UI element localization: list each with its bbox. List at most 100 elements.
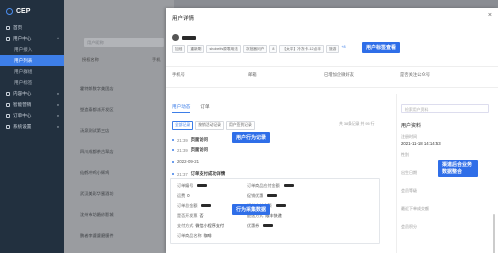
timeline-text: 页面访问 [190, 137, 208, 142]
sidebar: CEP 首页 用户中心 ^ 用户接入 用户列表 用户群组 用户标签 内容中心 v 智能营销 v 订单中… [0, 0, 64, 253]
app-logo[interactable]: CEP [0, 0, 64, 22]
sidebar-item[interactable]: 用户接入 [0, 44, 64, 55]
profile-title: 用户资料 [401, 123, 422, 129]
chevron-icon: v [57, 91, 59, 96]
record-summary: 共 38条记录 共 95 行 [339, 122, 375, 126]
tab-orders[interactable]: 订单 [200, 104, 209, 113]
order-field-key: 支付方式 [177, 223, 194, 228]
sidebar-item[interactable]: 智能营销 v [0, 99, 64, 110]
sidebar-item-label: 首页 [13, 24, 23, 30]
timeline-date-text: 2022-09-21 [177, 159, 199, 164]
order-field-key: 订单商品应付金额 [247, 183, 280, 188]
timeline-dot [172, 149, 174, 151]
chevron-icon: v [57, 113, 59, 118]
masked-value [201, 204, 212, 207]
timeline-item[interactable]: 21:39 页面访问 [172, 137, 208, 143]
user-tag: shobelfs原零用法 [206, 45, 241, 53]
tab-user-activity[interactable]: 用户动态 [172, 104, 191, 113]
order-field: 优惠券 [247, 223, 274, 229]
close-icon[interactable]: × [488, 12, 492, 19]
filter-campaign[interactable]: 按销活动记录 [195, 121, 224, 130]
table-row[interactable]: 霍特郎数字美团店 [80, 86, 174, 92]
sidebar-item[interactable]: 订单中心 v [0, 110, 64, 121]
order-field-value: 咖啡 [203, 233, 212, 238]
table-row[interactable]: 四川成都茶古翠店 [80, 149, 174, 155]
order-field: 订单商品名称 咖啡 [177, 233, 212, 239]
record-filters: 全部记录 按销活动记录 用户签到记录 [172, 121, 255, 130]
timeline-dot [172, 160, 174, 163]
col-name-header: 授权名称 [82, 57, 99, 62]
order-field: 订单编号 [177, 183, 208, 189]
info-official-label: 是否关注公众号 [400, 72, 431, 77]
timeline-item[interactable]: 21:39 页面访问 [172, 147, 208, 153]
table-row[interactable]: 武汉美彩华蜜酒坊 [80, 191, 174, 197]
order-field-key: 订单总金额 [177, 203, 198, 208]
user-identity [172, 34, 196, 41]
timeline-date: 2022-09-21 [172, 159, 199, 164]
order-field: 订单总金额 [177, 203, 212, 209]
profile-field-key: 注册时间 [401, 134, 417, 139]
menu-icon [6, 91, 10, 96]
callout-tag-view: 用户标签查看 [362, 42, 401, 53]
sidebar-item-label: 用户群组 [14, 68, 33, 74]
table-row[interactable]: 汤泉测试第三店 [80, 128, 174, 134]
table-row[interactable]: 仙鹤冲鸡小辉鸡 [80, 170, 174, 176]
col-phone-header: 手机 [152, 57, 161, 62]
timeline-time: 21:39 [177, 137, 188, 143]
masked-value [263, 224, 274, 227]
order-field-key: 优惠券 [247, 223, 260, 228]
timeline-dot [172, 139, 174, 141]
menu-icon [6, 113, 10, 118]
user-info-strip: 手机号 邮箱 已增加企微好友 是否关注公众号 [166, 66, 498, 88]
sidebar-item[interactable]: 内容中心 v [0, 88, 64, 99]
order-field-value: 微信小程序支付 [195, 223, 225, 228]
filter-checkin[interactable]: 用户签到记录 [225, 121, 255, 130]
sidebar-item[interactable]: 首页 [0, 22, 64, 33]
profile-search-input[interactable]: 检索用户资料 [401, 104, 489, 113]
sidebar-item-label: 用户列表 [14, 57, 33, 63]
profile-field-key: 最近下单成交额 [401, 206, 429, 211]
sidebar-item[interactable]: 用户标签 [0, 77, 64, 88]
filter-all[interactable]: 全部记录 [172, 121, 194, 130]
sidebar-item-label: 内容中心 [13, 90, 32, 96]
table-row[interactable]: 塑造泰都派开发区 [80, 107, 174, 113]
profile-field-value: 2021-11-18 14:14:53 [401, 141, 441, 146]
timeline-time: 21:39 [177, 147, 188, 153]
table-row[interactable]: 鹏者李婆婆磨膜件 [80, 233, 174, 239]
profile-field-key: 会员等级 [401, 188, 417, 193]
order-detail-card: 订单编号订单商品应付金额运费0促销优惠订单总金额订单实付金额是否开发票否配送方式… [170, 178, 380, 244]
tags-more-link[interactable]: +8 [341, 45, 345, 53]
sidebar-item-label: 用户中心 [13, 35, 32, 41]
sidebar-item-label: 智能营销 [13, 101, 32, 107]
sidebar-item[interactable]: 用户群组 [0, 66, 64, 77]
main-search-input[interactable]: 用户昵称 [84, 38, 164, 47]
sidebar-item[interactable]: 用户列表 [0, 55, 64, 66]
user-tag: 【太平】冷冻卡-12点半 [279, 45, 324, 53]
scrollbar[interactable] [493, 214, 495, 253]
info-email-label: 邮箱 [248, 72, 257, 77]
masked-value [197, 184, 208, 187]
profile-field-key: 会员积分 [401, 224, 417, 229]
user-detail-drawer: 用户详情 × 加冠 重新刷 shobelfs原零用法 次批器问户 8 【太平】冷冻卡-12… [166, 8, 498, 253]
order-field-key: 是否开发票 [177, 213, 198, 218]
user-tag: 旅游 [325, 45, 340, 53]
sidebar-item[interactable]: 系统设置 v [0, 121, 64, 132]
sidebar-item-label: 用户标签 [14, 79, 33, 85]
order-field-key: 运费 [177, 193, 186, 198]
user-tag: 8 [269, 45, 278, 53]
table-row[interactable]: 沈州市坊婚纱影城 [80, 212, 174, 218]
masked-value [275, 204, 286, 207]
detail-tabs: 用户动态 订单 [172, 104, 210, 113]
order-field-key: 订单商品名称 [177, 233, 202, 238]
timeline-text: 订单支付成功详情 [190, 171, 226, 176]
sidebar-item[interactable]: 用户中心 ^ [0, 33, 64, 44]
chevron-icon: v [57, 124, 59, 129]
sidebar-item-label: 系统设置 [13, 123, 32, 129]
profile-field-key: 性别 [401, 152, 409, 157]
timeline-item[interactable]: 21:37 订单支付成功详情 [172, 171, 225, 177]
timeline-text: 页面访问 [190, 147, 208, 152]
table-header: 授权名称 手机 [82, 56, 174, 64]
user-tag: 重新刷 [187, 45, 205, 53]
callout-collect: 行为采集数据 [232, 204, 271, 215]
logo-icon [6, 7, 13, 15]
